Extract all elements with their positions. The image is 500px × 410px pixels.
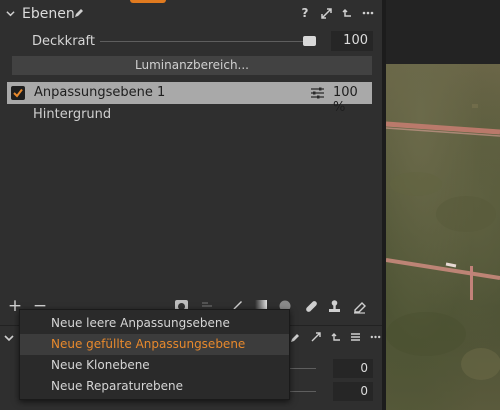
opacity-row: Deckkraft 100	[0, 30, 382, 52]
pen-icon[interactable]	[73, 7, 85, 19]
value-field[interactable]: 0	[333, 382, 373, 401]
menu-item-new-clone-layer[interactable]: Neue Klonebene	[20, 355, 289, 376]
luminance-range-button[interactable]: Luminanzbereich...	[12, 56, 372, 75]
opacity-label: Deckkraft	[32, 34, 95, 49]
layer-opacity: 100 %	[333, 85, 358, 115]
slider-track[interactable]	[290, 391, 316, 392]
layer-name: Anpassungsebene 1	[34, 85, 166, 100]
reset-icon[interactable]	[330, 331, 341, 343]
panel-title: Ebenen	[22, 6, 75, 22]
menu-icon[interactable]	[350, 331, 361, 343]
more-icon[interactable]	[370, 331, 381, 343]
more-icon[interactable]	[362, 4, 374, 22]
layer-row-selected[interactable]: Anpassungsebene 1 100 %	[7, 82, 372, 115]
opacity-slider[interactable]	[100, 41, 314, 42]
photo-content	[386, 104, 500, 380]
layers-panel-header: Ebenen ?	[0, 0, 382, 28]
reset-icon[interactable]	[341, 4, 353, 22]
pen-icon[interactable]	[290, 331, 301, 343]
opacity-slider-thumb[interactable]	[303, 36, 316, 46]
eraser-icon[interactable]	[350, 296, 368, 316]
checkbox-icon[interactable]	[11, 86, 25, 100]
help-icon[interactable]: ?	[299, 4, 311, 22]
expand-icon[interactable]	[310, 331, 321, 343]
add-layer-context-menu: Neue leere Anpassungsebene Neue gefüllte…	[19, 309, 290, 400]
heal-icon[interactable]	[302, 296, 320, 316]
image-viewer[interactable]	[386, 64, 500, 410]
chevron-down-icon[interactable]	[4, 334, 14, 342]
layer-row-background[interactable]: Hintergrund	[33, 107, 111, 122]
value-field[interactable]: 0	[333, 359, 373, 378]
menu-item-new-filled-adjustment-layer[interactable]: Neue gefüllte Anpassungsebene	[20, 334, 289, 355]
slider-track[interactable]	[290, 368, 316, 369]
chevron-down-icon[interactable]	[6, 9, 15, 18]
expand-icon[interactable]	[320, 4, 332, 22]
menu-item-new-empty-adjustment-layer[interactable]: Neue leere Anpassungsebene	[20, 313, 289, 334]
adjustment-sliders-icon[interactable]	[310, 87, 325, 99]
menu-item-new-heal-layer[interactable]: Neue Reparaturebene	[20, 376, 289, 397]
stamp-icon[interactable]	[325, 296, 343, 316]
opacity-value-field[interactable]: 100	[331, 31, 373, 51]
